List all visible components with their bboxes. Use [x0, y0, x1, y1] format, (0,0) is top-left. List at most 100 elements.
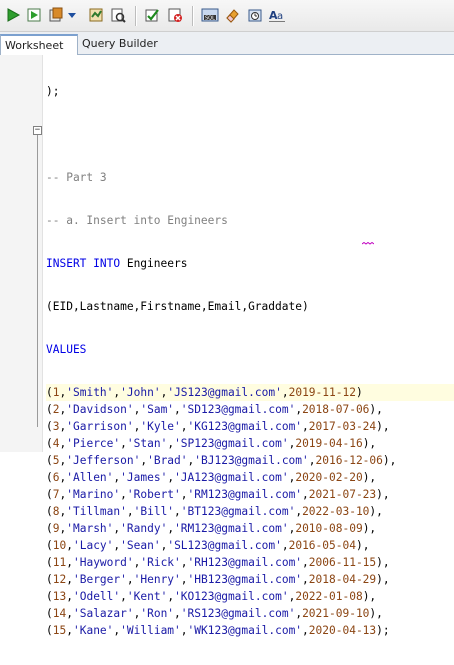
values-row: (6,'Allen','James','JA123@gmail.com',202… [46, 469, 454, 486]
punctuation: , [174, 505, 181, 518]
row-email: 'RM123@gmail.com' [187, 488, 303, 501]
autotrace-icon[interactable] [86, 5, 106, 25]
row-date: 2018-04-29 [308, 573, 377, 586]
punctuation: , [167, 522, 175, 535]
punctuation: , [120, 488, 127, 501]
svg-text:SQL: SQL [205, 16, 215, 22]
punctuation: ( [46, 556, 53, 569]
run-statement-icon[interactable] [3, 5, 23, 25]
row-email: 'BT123@gmail.com' [180, 505, 296, 518]
table-name: Engineers [120, 257, 188, 270]
row-id: 10 [52, 539, 67, 552]
row-first: 'William' [120, 624, 181, 637]
row-last: 'Kane' [72, 624, 114, 637]
spell-check-squiggle [362, 242, 374, 245]
row-date: 2019-11-12 [288, 386, 356, 399]
punctuation: , [180, 573, 188, 586]
punctuation: , [302, 420, 309, 433]
row-first: 'Bill' [133, 505, 175, 518]
dropdown-arrow-icon[interactable] [66, 5, 78, 25]
row-id: 15 [52, 624, 67, 637]
punctuation: , [113, 471, 121, 484]
keyword-insert-into: INSERT INTO [46, 257, 121, 270]
punctuation: , [66, 590, 73, 603]
values-row: (7,'Marino','Robert','RM123@gmail.com',2… [46, 486, 454, 503]
run-script-icon[interactable] [24, 5, 44, 25]
sql-editor[interactable]: − ); -- Part 3 -- a. Insert into Enginee… [0, 55, 454, 637]
comment-line: -- Part 3 [46, 171, 107, 184]
insert-line: INSERT INTO Engineers [46, 255, 454, 272]
columns-line: (EID,Lastname,Firstname,Email,Graddate) [46, 300, 309, 313]
values-row: (1,'Smith','John','JS123@gmail.com',2019… [46, 384, 454, 401]
row-end: ), [376, 420, 390, 433]
punctuation: ( [46, 454, 53, 467]
row-date: 2022-01-08 [295, 590, 363, 603]
row-id: 3 [52, 420, 60, 433]
explain-plan-icon[interactable] [108, 5, 128, 25]
format-icon[interactable]: Aa [267, 5, 287, 25]
values-row: (2,'Davidson','Sam','SD123@gmail.com',20… [46, 401, 454, 418]
row-email: 'JA123@gmail.com' [174, 471, 289, 484]
punctuation: , [59, 522, 67, 535]
row-last: 'Lacy' [72, 539, 114, 552]
row-end: ) [355, 386, 363, 399]
tab-worksheet[interactable]: Worksheet [0, 34, 78, 55]
fold-collapse-icon[interactable]: − [33, 126, 42, 135]
commit-transaction-icon[interactable] [142, 5, 162, 25]
punctuation: , [160, 539, 168, 552]
row-id: 14 [52, 607, 67, 620]
row-end: ), [362, 590, 377, 603]
row-first: 'Randy' [120, 522, 168, 535]
code-area[interactable]: ); -- Part 3 -- a. Insert into Engineers… [46, 57, 454, 665]
row-first: 'Robert' [126, 488, 181, 501]
punctuation: , [302, 488, 309, 501]
row-last: 'Hayword' [72, 556, 134, 569]
row-last: 'Smith' [66, 386, 114, 399]
keyword-values: VALUES [46, 343, 87, 356]
row-date: 2020-04-13 [308, 624, 377, 637]
row-id: 13 [52, 590, 67, 603]
punctuation: , [120, 437, 127, 450]
punctuation: , [167, 590, 175, 603]
clear-icon[interactable] [222, 5, 242, 25]
row-end: ); [376, 624, 390, 637]
punctuation: ( [46, 590, 53, 603]
toolbar: SQL Aa [0, 0, 454, 32]
row-email: 'SP123@gmail.com' [174, 437, 289, 450]
values-row: (9,'Marsh','Randy','RM123@gmail.com',201… [46, 520, 454, 537]
row-date: 2018-07-06 [302, 403, 370, 416]
row-end: ), [376, 488, 390, 501]
tab-query-builder[interactable]: Query Builder [78, 34, 178, 55]
row-first: 'Stan' [126, 437, 168, 450]
comment-line: -- a. Insert into Engineers [46, 214, 228, 227]
row-id: 8 [52, 505, 60, 518]
row-id: 5 [52, 454, 60, 467]
punctuation: , [59, 454, 67, 467]
row-first: 'Ron' [140, 607, 175, 620]
punctuation: , [66, 539, 73, 552]
punctuation: , [66, 573, 73, 586]
row-last: 'Jefferson' [66, 454, 141, 467]
punctuation: , [66, 556, 73, 569]
row-last: 'Garrison' [66, 420, 134, 433]
svg-text:a: a [277, 11, 283, 22]
commit-icon[interactable] [46, 5, 66, 25]
sql-tuning-icon[interactable]: SQL [200, 5, 220, 25]
punctuation: , [281, 386, 289, 399]
punctuation: , [288, 522, 296, 535]
punctuation: , [281, 539, 289, 552]
values-row: (8,'Tillman','Bill','BT123@gmail.com',20… [46, 503, 454, 520]
row-first: 'Sam' [140, 403, 175, 416]
punctuation: ( [46, 488, 53, 501]
values-row: (4,'Pierce','Stan','SP123@gmail.com',201… [46, 435, 454, 452]
rollback-icon[interactable] [165, 5, 185, 25]
row-first: 'Henry' [133, 573, 181, 586]
row-last: 'Berger' [72, 573, 127, 586]
punctuation: , [133, 607, 141, 620]
history-icon[interactable] [245, 5, 265, 25]
fold-line [37, 135, 38, 427]
punctuation: , [126, 573, 134, 586]
row-first: 'Brad' [147, 454, 188, 467]
row-id: 6 [52, 471, 60, 484]
row-last: 'Marino' [66, 488, 121, 501]
